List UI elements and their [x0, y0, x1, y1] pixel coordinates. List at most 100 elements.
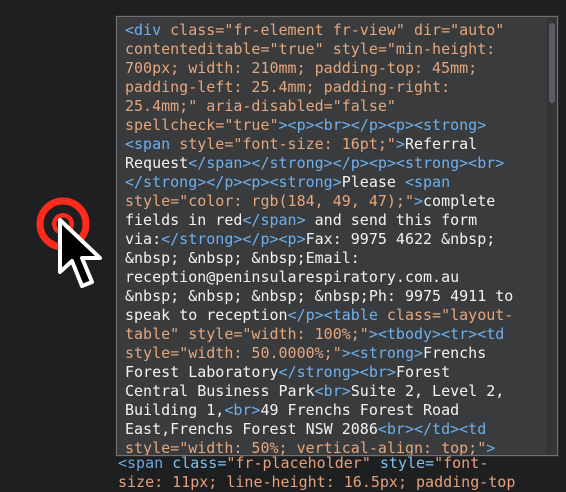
- html-source-code[interactable]: <div class="fr-element fr-view" dir="aut…: [125, 21, 545, 455]
- code-token: Forest Laboratory: [125, 363, 279, 381]
- code-token: "min-height:: [386, 40, 496, 58]
- code-token: reception@peninsularespiratory.com.au: [125, 268, 460, 286]
- code-line: size: 11px; line-height: 16.5px; padding…: [118, 473, 566, 492]
- code-token: via:: [125, 230, 162, 248]
- code-token: </span></strong></p><p><strong><br>: [188, 154, 505, 172]
- code-token: ><tbody><tr><td: [368, 325, 505, 343]
- code-line: spellcheck="true"><p><br></p><p><strong>: [125, 116, 545, 135]
- code-token: contenteditable=: [125, 40, 270, 58]
- code-token: "true": [269, 40, 333, 58]
- code-token: <br></td><td: [377, 420, 487, 438]
- code-token: </strong></p><p><strong>: [125, 173, 342, 191]
- code-line: <span style="font-size: 16pt;">Referral: [125, 135, 545, 154]
- code-token: Referral: [404, 135, 478, 153]
- code-line: Central Business Park<br>Suite 2, Level …: [125, 382, 545, 401]
- code-token: table": [125, 325, 189, 343]
- code-token: style=: [179, 135, 234, 153]
- code-line: fields in red</span> and send this form: [125, 211, 545, 230]
- code-token: Request: [125, 154, 189, 172]
- code-token: style=: [188, 325, 243, 343]
- code-token: </p><table: [287, 306, 387, 324]
- code-token: "layout-: [441, 306, 514, 324]
- code-line: Request</span></strong></p><p><strong><b…: [125, 154, 545, 173]
- code-token: &nbsp; &nbsp; &nbsp; &nbsp;Ph: 9975 4911…: [125, 287, 514, 305]
- code-token: "auto": [450, 21, 505, 39]
- html-source-popup[interactable]: <div class="fr-element fr-view" dir="aut…: [116, 16, 558, 456]
- code-line: via:</strong></p><p>Fax: 9975 4622 &nbsp…: [125, 230, 545, 249]
- code-token: dir=: [414, 21, 451, 39]
- code-token: Suite 2, Level 2,: [350, 382, 505, 400]
- code-token: fields in red: [125, 211, 243, 229]
- code-token: East,Frenchs Forest NSW 2086: [125, 420, 378, 438]
- code-line: <span class="fr-placeholder" style="font…: [118, 454, 566, 473]
- code-line: table" style="width: 100%;"><tbody><tr><…: [125, 325, 545, 344]
- code-line: <div class="fr-element fr-view" dir="aut…: [125, 21, 545, 40]
- code-token: 49 Frenchs Forest Road: [260, 401, 460, 419]
- mouse-pointer-icon: [58, 218, 102, 288]
- code-token: complete: [423, 192, 496, 210]
- code-token: style=: [379, 454, 435, 472]
- code-token: class=: [386, 306, 442, 324]
- code-token: "fr-placeholder": [226, 454, 380, 472]
- code-token: 700px; width: 210mm; padding-top: 45mm;: [125, 59, 478, 77]
- code-line: East,Frenchs Forest NSW 2086<br></td><td: [125, 420, 545, 439]
- code-token: >: [414, 192, 424, 210]
- code-token: <div: [125, 21, 171, 39]
- code-line: padding-left: 25.4mm; padding-right:: [125, 78, 545, 97]
- code-line: style="width: 50.0000%;"><strong>Frenchs: [125, 344, 545, 363]
- code-token: <span: [118, 454, 173, 472]
- code-line: style="color: rgb(184, 49, 47);">complet…: [125, 192, 545, 211]
- code-token: Forest: [395, 363, 451, 381]
- code-line: &nbsp; &nbsp; &nbsp;Email:: [125, 249, 545, 268]
- code-token: aria-disabled=: [206, 97, 333, 115]
- code-line: 700px; width: 210mm; padding-top: 45mm;: [125, 59, 545, 78]
- scrollbar-thumb[interactable]: [549, 23, 555, 103]
- code-token: "color: rgb(184, 49, 47);": [179, 192, 414, 210]
- code-token: spellcheck=: [125, 116, 225, 134]
- code-token: "fr-element fr-view": [224, 21, 414, 39]
- code-token: style=: [125, 344, 180, 362]
- code-token: <span: [125, 135, 180, 153]
- code-token: "width: 100%;": [242, 325, 369, 343]
- code-token: speak to reception: [125, 306, 288, 324]
- code-token: padding-left: 25.4mm; padding-right:: [125, 78, 451, 96]
- code-token: <br>: [224, 401, 261, 419]
- code-token: </strong><br>: [278, 363, 396, 381]
- code-line: &nbsp; &nbsp; &nbsp; &nbsp;Ph: 9975 4911…: [125, 287, 545, 306]
- code-token: Central Business Park: [125, 382, 315, 400]
- code-token: Frenchs: [423, 344, 487, 362]
- code-token: ><strong>: [341, 344, 424, 362]
- code-token: class=: [170, 21, 225, 39]
- code-token: <br>: [314, 382, 351, 400]
- code-token: &nbsp; &nbsp; &nbsp;Email:: [125, 249, 360, 267]
- code-token: >: [395, 135, 405, 153]
- code-token: Fax: 9975 4622 &nbsp;: [305, 230, 496, 248]
- code-token: size: 11px; line-height: 16.5px; padding…: [118, 473, 516, 491]
- code-token: 25.4mm;": [125, 97, 207, 115]
- code-token: "font-: [434, 454, 489, 472]
- code-token: "true": [224, 116, 279, 134]
- code-token: </span>: [242, 211, 306, 229]
- code-line: 25.4mm;" aria-disabled="false": [125, 97, 545, 116]
- code-token: style=: [125, 192, 180, 210]
- code-token: "font-size: 16pt;": [233, 135, 396, 153]
- code-line: Forest Laboratory</strong><br>Forest: [125, 363, 545, 382]
- code-token: </strong></p><p>: [161, 230, 306, 248]
- code-token: Building 1,: [125, 401, 225, 419]
- scrollbar[interactable]: [547, 17, 557, 455]
- code-token: Please: [341, 173, 405, 191]
- code-line: reception@peninsularespiratory.com.au: [125, 268, 545, 287]
- editor-underlying-code: <span class="fr-placeholder" style="font…: [118, 454, 566, 492]
- code-token: "width: 50.0000%;": [179, 344, 342, 362]
- code-line: </strong></p><p><strong>Please <span: [125, 173, 545, 192]
- code-token: <span: [404, 173, 451, 191]
- code-token: ><p><br></p><p><strong>: [278, 116, 487, 134]
- screen: <div class="fr-element fr-view" dir="aut…: [0, 0, 566, 491]
- code-line: contenteditable="true" style="min-height…: [125, 40, 545, 59]
- code-token: "false": [332, 97, 396, 115]
- code-line: Building 1,<br>49 Frenchs Forest Road: [125, 401, 545, 420]
- code-line: speak to reception</p><table class="layo…: [125, 306, 545, 325]
- code-token: class=: [172, 454, 227, 472]
- code-token: style=: [332, 40, 387, 58]
- code-token: and send this form: [305, 211, 478, 229]
